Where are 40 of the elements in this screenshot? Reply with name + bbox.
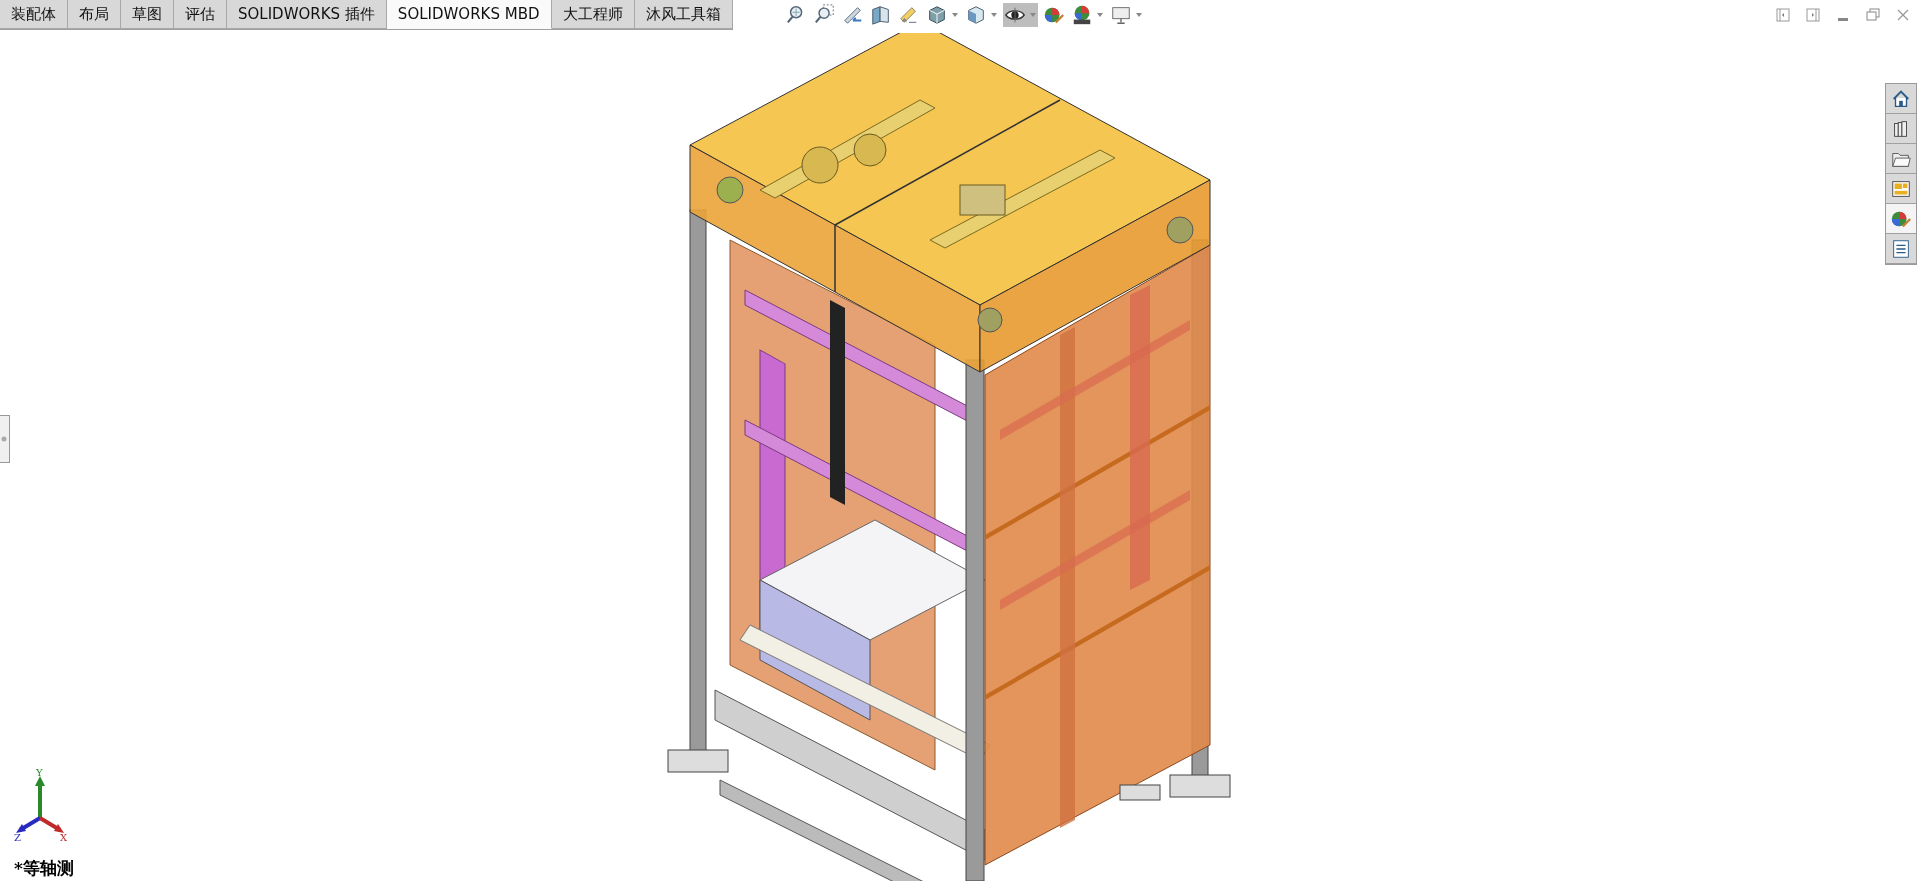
ribbon-tab[interactable]: 装配体 <box>0 0 68 29</box>
task-pane-tab[interactable] <box>1886 84 1916 114</box>
task-pane-tab[interactable] <box>1886 204 1916 234</box>
axis-label: Z <box>14 832 21 843</box>
axis-label: X <box>60 832 68 843</box>
caret-icon <box>1096 12 1104 18</box>
dock-right-icon <box>1805 7 1821 23</box>
cube-icon <box>926 4 948 26</box>
coordinate-triad-icon <box>16 776 64 833</box>
task-pane-tab[interactable] <box>1886 144 1916 174</box>
zoom-area-icon <box>814 4 836 26</box>
caret-icon <box>990 12 998 18</box>
axis-label: Y <box>36 768 43 778</box>
task-pane-tab[interactable] <box>1886 174 1916 204</box>
scene-icon <box>1071 4 1093 26</box>
view-tool-button[interactable] <box>1003 3 1038 27</box>
ribbon-tab[interactable]: 布局 <box>68 0 121 29</box>
close-button[interactable] <box>1895 7 1911 23</box>
panel-collapse-handle[interactable] <box>0 415 10 463</box>
ribbon-tab[interactable]: 草图 <box>121 0 174 29</box>
ribbon-tab[interactable]: 评估 <box>174 0 227 29</box>
ribbon-tab[interactable]: 大工程师 <box>551 0 635 29</box>
view-orientation-label: *等轴测 <box>14 857 74 880</box>
monitor-icon <box>1110 4 1132 26</box>
caret-icon <box>1135 12 1143 18</box>
ribbon-tab[interactable]: SOLIDWORKS 插件 <box>227 0 387 29</box>
dock-left-icon <box>1775 7 1791 23</box>
close-icon <box>1895 7 1911 23</box>
ribbon-tab[interactable]: SOLIDWORKS MBD <box>386 0 552 29</box>
restore-button[interactable] <box>1865 7 1881 23</box>
task-pane-tab[interactable] <box>1886 114 1916 144</box>
shaded-cube-icon <box>965 4 987 26</box>
section-view-icon <box>870 4 892 26</box>
minimize-icon <box>1838 18 1848 21</box>
caret-icon <box>1029 12 1037 18</box>
properties-icon <box>1890 237 1912 260</box>
task-pane-tab[interactable] <box>1886 234 1916 264</box>
restore-icon <box>1865 7 1881 23</box>
ribbon-tab[interactable]: 沐风工具箱 <box>634 0 733 29</box>
caret-icon <box>951 12 959 18</box>
